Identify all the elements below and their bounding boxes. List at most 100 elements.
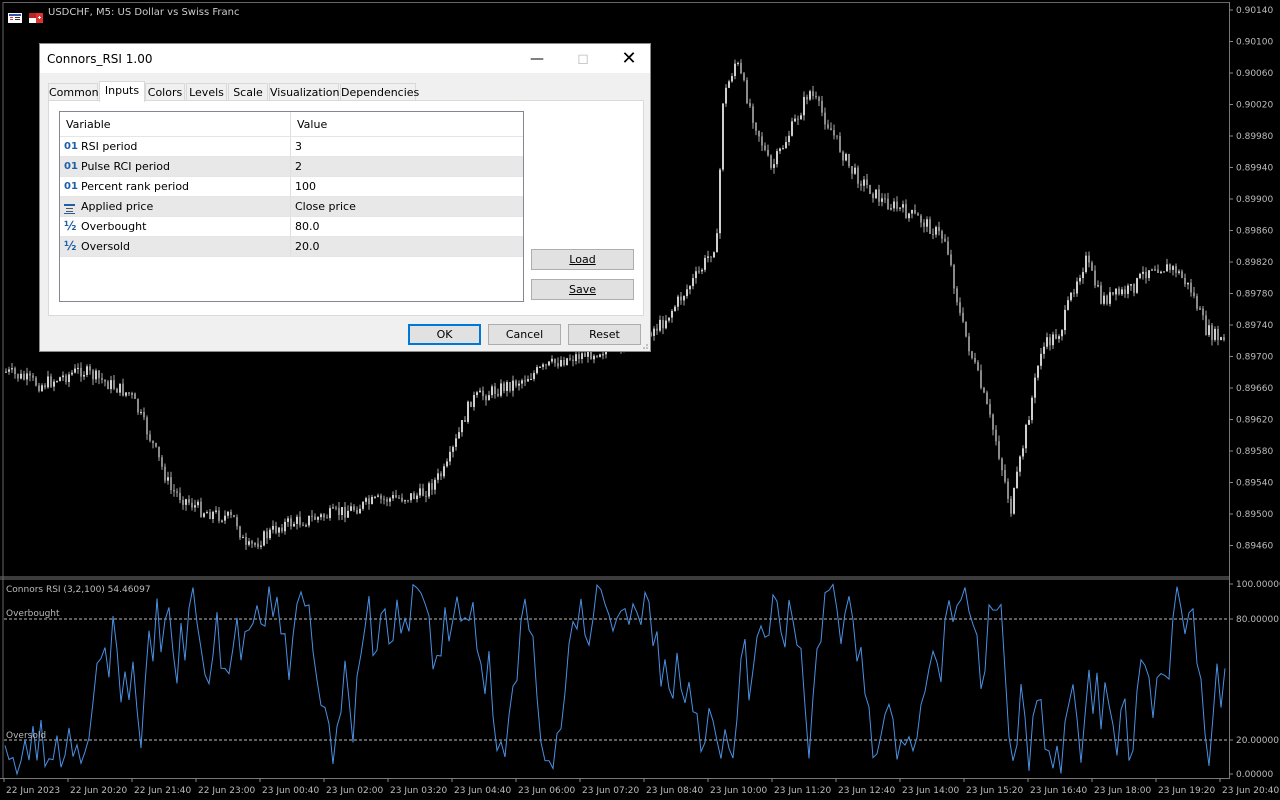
variable-value[interactable]: Close price [295,197,356,217]
variable-value[interactable]: 3 [295,137,302,157]
candle-body [458,432,460,439]
candle-body [548,361,550,366]
candle-body [128,392,130,394]
tab-dependencies[interactable]: Dependencies [340,83,419,101]
candle-body [20,373,22,379]
candle-body [1220,337,1222,341]
candle-body [1193,292,1195,297]
price-tick-label: 0.89700 [1236,353,1273,363]
indicator-tick-label: 20.00000 [1236,736,1279,746]
candle-body [1202,308,1204,316]
candle-body [407,500,409,502]
candle-body [932,233,934,235]
reset-button[interactable]: Reset [568,324,641,345]
candle-body [956,288,958,303]
candle-body [179,492,181,501]
ok-button[interactable]: OK [408,324,481,345]
candle-body [749,103,751,107]
candle-body [839,136,841,152]
candle-body [1046,337,1048,347]
tab-inputs[interactable]: Inputs [99,81,145,102]
candle-body [560,360,562,367]
candle-body [833,130,835,136]
load-button[interactable]: Load [531,249,634,270]
table-row[interactable]: 01 Percent rank period 100 [60,177,523,197]
candle-body [830,128,832,131]
table-row[interactable]: Applied price Close price [60,197,523,217]
indicator-tick-label: 80.00000 [1236,615,1279,625]
candle-body [1061,330,1063,337]
candle-body [122,383,124,396]
candle-body [584,353,586,357]
candle-body [1145,271,1147,279]
candle-body [785,142,787,149]
candle-body [725,87,727,104]
variable-value[interactable]: 100 [295,177,316,197]
inputs-table[interactable]: Variable Value 01 RSI period 3 01 Pulse … [59,111,524,302]
time-tick-label: 23 Jun 04:40 [454,786,511,796]
candle-body [191,502,193,508]
candle-body [812,91,814,97]
candle-body [911,209,913,214]
candle-body [464,420,466,422]
time-tick-label: 23 Jun 14:00 [902,786,959,796]
cancel-button[interactable]: Cancel [488,324,561,345]
candle-body [455,438,457,447]
table-row[interactable]: 01 RSI period 3 [60,137,523,157]
candle-body [431,483,433,490]
candle-body [599,354,601,357]
candle-body [485,396,487,401]
candle-body [29,373,31,376]
time-tick-label: 23 Jun 07:20 [582,786,639,796]
candle-body [71,372,73,375]
candle-body [107,381,109,390]
variable-value[interactable]: 20.0 [295,237,320,257]
resize-grip-icon[interactable] [641,342,649,350]
candle-body [962,312,964,322]
candle-body [1223,337,1225,340]
table-row[interactable]: 01 Pulse RCI period 2 [60,157,523,177]
tab-colors[interactable]: Colors [145,83,185,101]
dialog-title: Connors_RSI 1.00 [47,52,153,66]
candle-body [953,265,955,289]
save-button[interactable]: Save [531,279,634,300]
candle-body [47,376,49,388]
chart-window-icon[interactable] [8,8,22,23]
variable-value[interactable]: 2 [295,157,302,177]
candle-body [884,198,886,200]
candle-body [119,383,121,393]
dialog-titlebar[interactable]: Connors_RSI 1.00 — ◻ ✕ [40,44,650,73]
tab-visualization[interactable]: Visualization [269,83,339,101]
candle-body [1166,264,1168,272]
tab-levels[interactable]: Levels [186,83,227,101]
candle-body [701,269,703,272]
candle-body [476,392,478,395]
candle-body [149,434,151,441]
candle-body [968,336,970,352]
candle-body [971,351,973,358]
candle-body [1163,271,1165,273]
table-row[interactable]: ½ Overbought 80.0 [60,217,523,237]
candle-body [404,500,406,502]
tab-scale[interactable]: Scale [228,83,268,101]
candle-body [398,497,400,499]
candle-body [1160,271,1162,273]
price-tick-label: 0.90100 [1236,38,1273,48]
minimize-icon[interactable]: — [514,44,560,73]
variable-value[interactable]: 80.0 [295,217,320,237]
candle-body [941,231,943,239]
close-icon[interactable]: ✕ [606,44,652,73]
table-row[interactable]: ½ Oversold 20.0 [60,237,523,257]
candle-body [788,135,790,143]
candle-body [56,381,58,383]
candle-body [95,370,97,380]
tab-common[interactable]: Common [48,83,99,101]
candle-body [1016,471,1018,489]
candle-body [167,477,169,481]
candle-body [350,506,352,511]
candle-body [737,62,739,64]
candle-body [674,306,676,311]
candle-body [845,153,847,161]
candle-body [530,379,532,381]
candle-body [545,364,547,366]
